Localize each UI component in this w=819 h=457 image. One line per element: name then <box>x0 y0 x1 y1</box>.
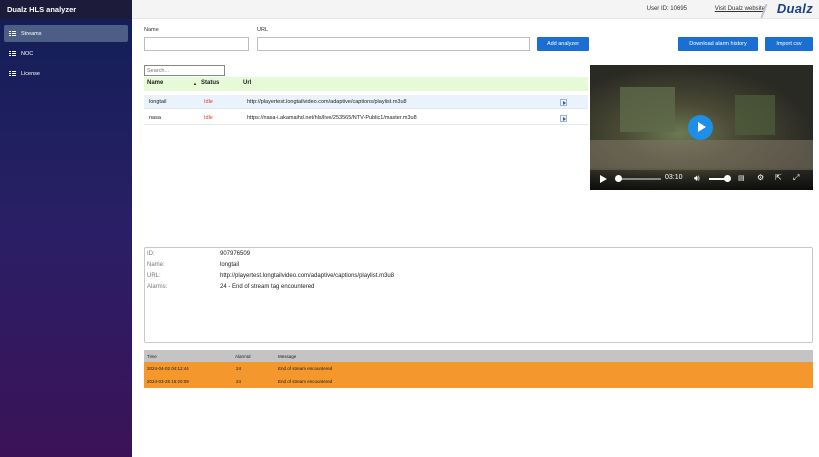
sidebar-nav: Streams NOC License <box>0 25 132 82</box>
sidebar-item-label: NOC <box>21 50 34 57</box>
detail-name-value: longtail <box>220 262 240 268</box>
name-label: Name <box>144 27 159 33</box>
video-player[interactable]: 03:10 🔊︎ ▤ ⚙ ⇱ ⤢ <box>590 65 813 190</box>
video-frame-region <box>590 140 813 170</box>
list-icon <box>9 50 16 57</box>
table-row[interactable]: nasa Idle https://nasa-i.akamaihd.net/hl… <box>144 111 588 125</box>
user-id: User ID: 10695 <box>646 6 687 12</box>
add-analyzer-button[interactable]: Add analyzer <box>537 37 589 51</box>
detail-url-label: URL: <box>147 273 161 279</box>
col-name-header[interactable]: Name <box>147 80 163 86</box>
visit-website-link[interactable]: Visit Dualz website <box>715 6 765 12</box>
volume-handle[interactable] <box>724 175 731 182</box>
url-label: URL <box>257 27 269 33</box>
app-title: Dualz HLS analyzer <box>0 0 132 19</box>
col-url-header[interactable]: Url <box>243 80 251 86</box>
import-csv-button[interactable]: Import csv <box>765 37 813 51</box>
top-bar: User ID: 10695 Visit Dualz website Dualz <box>132 0 819 19</box>
alarm-id: 24 <box>236 366 242 371</box>
progress-handle[interactable] <box>615 175 622 182</box>
gear-icon[interactable]: ⚙ <box>757 173 764 182</box>
alarm-time: 2024-03-28 15:20:09 <box>147 379 189 384</box>
col-message-header: Message <box>278 354 297 359</box>
alarm-table-header: Time AlarmId Message <box>144 350 813 362</box>
list-icon <box>9 30 16 37</box>
fullscreen-icon[interactable]: ⤢ <box>793 173 799 183</box>
alarm-row[interactable]: 2024-04-02 04:12:44 24 End of stream enc… <box>144 362 813 375</box>
download-alarm-history-button[interactable]: Download alarm history <box>678 37 758 51</box>
row-status: Idle <box>204 99 213 105</box>
col-status-header[interactable]: Status <box>201 80 219 86</box>
row-url: http://playertest.longtailvideo.com/adap… <box>247 99 407 105</box>
video-frame-region <box>620 87 675 132</box>
detail-id-value: 907976509 <box>220 251 251 257</box>
sidebar-item-license[interactable]: License <box>4 65 128 82</box>
detail-alarms-label: Alarms: <box>147 284 168 290</box>
alarm-row[interactable]: 2024-03-28 15:20:09 24 End of stream enc… <box>144 375 813 388</box>
sidebar-item-label: Streams <box>21 30 42 37</box>
name-input[interactable] <box>144 37 249 51</box>
row-url: https://nasa-i.akamaihd.net/hls/live/253… <box>247 115 417 121</box>
stream-detail-panel: ID: 907976509 Name: longtail URL: http:/… <box>144 247 813 343</box>
detail-id-label: ID: <box>147 251 155 257</box>
captions-icon[interactable]: ▤ <box>738 174 745 182</box>
sidebar-item-streams[interactable]: Streams <box>4 25 128 42</box>
sidebar: Dualz HLS analyzer Streams NOC License <box>0 0 132 457</box>
popout-icon[interactable]: ⇱ <box>775 173 782 182</box>
play-icon[interactable] <box>560 115 567 122</box>
video-frame-region <box>735 95 775 135</box>
sidebar-item-noc[interactable]: NOC <box>4 45 128 62</box>
alarm-id: 24 <box>236 379 242 384</box>
detail-name-label: Name: <box>147 262 165 268</box>
volume-icon[interactable]: 🔊︎ <box>694 173 700 184</box>
detail-url-value: http://playertest.longtailvideo.com/adap… <box>220 273 395 279</box>
col-alarmid-header: AlarmId <box>235 354 251 359</box>
alarm-message: End of stream encountered <box>278 379 333 384</box>
url-input[interactable] <box>257 37 530 51</box>
big-play-button[interactable] <box>688 115 713 140</box>
play-icon[interactable] <box>560 99 567 106</box>
search-input[interactable] <box>144 65 225 76</box>
time-display: 03:10 <box>665 174 683 181</box>
row-status: Idle <box>204 115 213 121</box>
sidebar-item-label: License <box>21 70 40 77</box>
alarm-time: 2024-04-02 04:12:44 <box>147 366 189 371</box>
stream-table-header: Name ▲ Status Url <box>144 77 588 91</box>
table-row[interactable]: longtail Idle http://playertest.longtail… <box>144 95 588 109</box>
row-name: nasa <box>149 115 161 121</box>
dualz-logo: Dualz <box>776 1 813 16</box>
player-controls: 03:10 🔊︎ ▤ ⚙ ⇱ ⤢ <box>590 167 813 190</box>
detail-alarms-value: 24 - End of stream tag encountered <box>220 284 315 290</box>
col-time-header: Time <box>147 354 157 359</box>
alarm-message: End of stream encountered <box>278 366 333 371</box>
row-name: longtail <box>149 99 167 105</box>
play-icon[interactable] <box>600 175 607 183</box>
sort-asc-icon: ▲ <box>193 81 197 86</box>
list-icon <box>9 70 16 77</box>
